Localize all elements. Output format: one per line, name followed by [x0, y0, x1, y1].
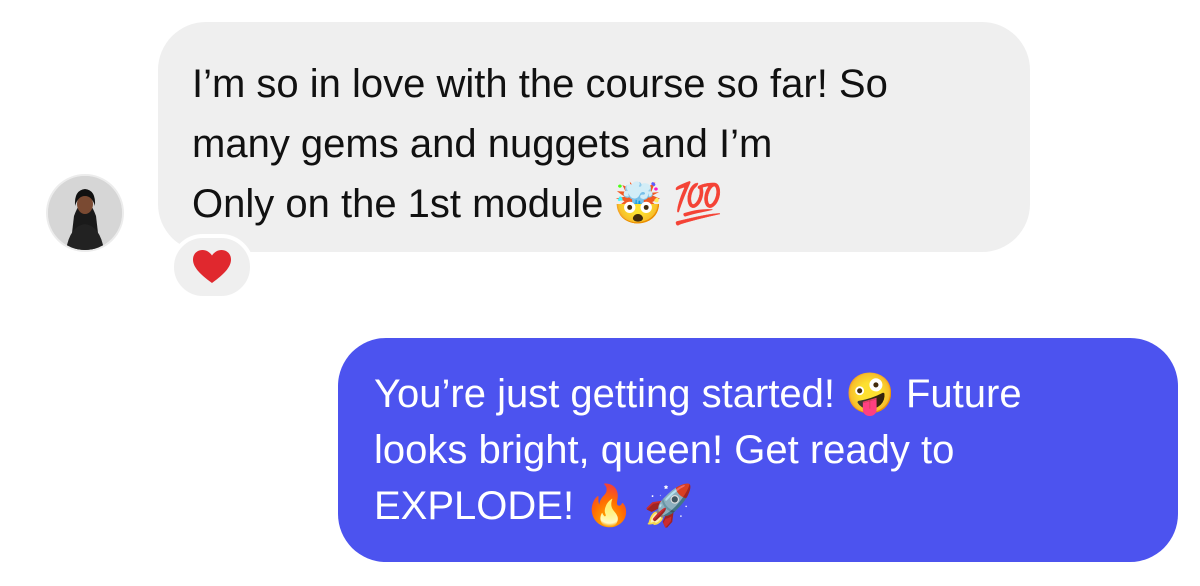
fire-emoji-icon: 🔥: [584, 483, 634, 529]
incoming-message-line-1: I’m so in love with the course so far! S…: [192, 62, 888, 106]
incoming-message-line-2: many gems and nuggets and I’m: [192, 122, 773, 166]
chat-thread: I’m so in love with the course so far! S…: [0, 0, 1200, 586]
rocket-emoji-icon: 🚀: [643, 483, 694, 529]
exploding-head-emoji-icon: 🤯: [613, 181, 664, 227]
outgoing-message-line-1-text: You’re just getting started!: [374, 372, 836, 416]
zany-face-emoji-icon: 🤪: [845, 371, 895, 417]
outgoing-message-bubble[interactable]: You’re just getting started! 🤪 Future loo…: [338, 338, 1178, 562]
outgoing-message-line-1-tail: Future: [905, 372, 1022, 416]
incoming-message-line-3: Only on the 1st module 🤯 💯: [192, 174, 996, 234]
heart-icon: [193, 250, 231, 283]
incoming-message-bubble[interactable]: I’m so in love with the course so far! S…: [158, 22, 1030, 252]
outgoing-message-line-1: You’re just getting started! 🤪 Future: [374, 366, 1142, 422]
outgoing-message-line-3-text: EXPLODE!: [374, 484, 575, 528]
outgoing-message-line-3: EXPLODE! 🔥 🚀: [374, 478, 1142, 534]
avatar[interactable]: [46, 174, 124, 252]
outgoing-message-line-2: looks bright, queen! Get ready to: [374, 428, 955, 472]
heart-reaction[interactable]: [170, 234, 254, 300]
hundred-points-emoji-icon: 💯: [673, 181, 723, 227]
avatar-photo: [48, 176, 122, 250]
incoming-message-line-3-text: Only on the 1st module: [192, 182, 604, 226]
